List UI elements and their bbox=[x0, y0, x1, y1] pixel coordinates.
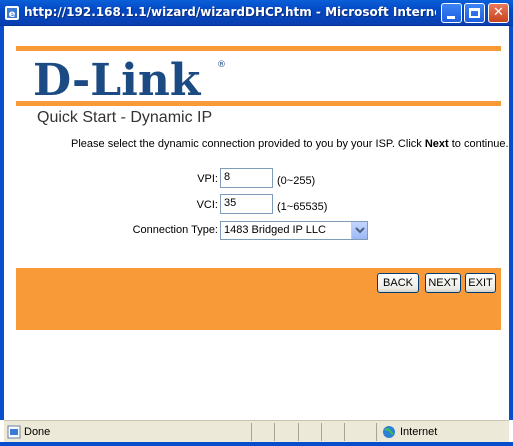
next-button[interactable]: NEXT bbox=[425, 273, 461, 293]
status-bar: Done Internet bbox=[4, 420, 509, 442]
window-frame-right bbox=[509, 26, 513, 420]
close-icon: ✕ bbox=[493, 5, 504, 20]
back-button[interactable]: BACK bbox=[377, 273, 419, 293]
internet-explorer-icon: e bbox=[5, 6, 19, 20]
header-divider-top bbox=[16, 46, 501, 51]
title-bar[interactable]: e http://192.168.1.1/wizard/wizardDHCP.h… bbox=[0, 0, 513, 26]
svg-text:®: ® bbox=[217, 60, 226, 70]
instructions-before: Please select the dynamic connection pro… bbox=[71, 138, 425, 150]
vpi-input[interactable]: 8 bbox=[220, 168, 273, 188]
status-divider bbox=[344, 423, 345, 441]
internet-globe-icon bbox=[383, 426, 395, 438]
dlink-logo: D-Link ® bbox=[33, 55, 226, 103]
connection-type-label: Connection Type: bbox=[132, 224, 218, 236]
vpi-range: (0~255) bbox=[277, 175, 316, 187]
vci-range: (1~65535) bbox=[277, 201, 328, 213]
logo-text: D-Link bbox=[33, 55, 202, 103]
maximize-button[interactable] bbox=[464, 3, 485, 23]
page-title: Quick Start - Dynamic IP bbox=[37, 109, 213, 126]
status-divider bbox=[298, 423, 299, 441]
vci-input[interactable]: 35 bbox=[220, 194, 273, 214]
status-divider bbox=[274, 423, 275, 441]
security-zone-text: Internet bbox=[400, 426, 438, 438]
exit-button[interactable]: EXIT bbox=[465, 273, 496, 293]
vci-label: VCI: bbox=[196, 199, 218, 211]
status-divider bbox=[376, 423, 377, 441]
instructions-after: to continue. bbox=[448, 138, 509, 150]
window-title: http://192.168.1.1/wizard/wizardDHCP.htm… bbox=[24, 5, 436, 19]
connection-type-select[interactable]: 1483 Bridged IP LLC bbox=[220, 221, 368, 240]
status-divider bbox=[251, 423, 252, 441]
instructions-next-emphasis: Next bbox=[424, 138, 449, 150]
window-frame-bottom bbox=[0, 442, 513, 446]
close-button[interactable]: ✕ bbox=[488, 3, 509, 23]
minimize-icon bbox=[447, 16, 455, 19]
minimize-button[interactable] bbox=[441, 3, 462, 23]
instructions-text: Please select the dynamic connection pro… bbox=[71, 138, 511, 150]
status-text: Done bbox=[24, 426, 51, 438]
chevron-down-icon bbox=[355, 227, 365, 234]
page-content: D-Link ® Quick Start - Dynamic IP Please… bbox=[4, 26, 509, 420]
header-divider-bottom bbox=[16, 101, 501, 106]
dropdown-button[interactable] bbox=[351, 222, 367, 239]
maximize-icon bbox=[469, 8, 480, 18]
page-done-icon bbox=[7, 425, 21, 439]
connection-type-selected: 1483 Bridged IP LLC bbox=[224, 224, 326, 236]
vpi-label: VPI: bbox=[197, 173, 218, 185]
status-divider bbox=[321, 423, 322, 441]
svg-text:e: e bbox=[9, 9, 16, 20]
